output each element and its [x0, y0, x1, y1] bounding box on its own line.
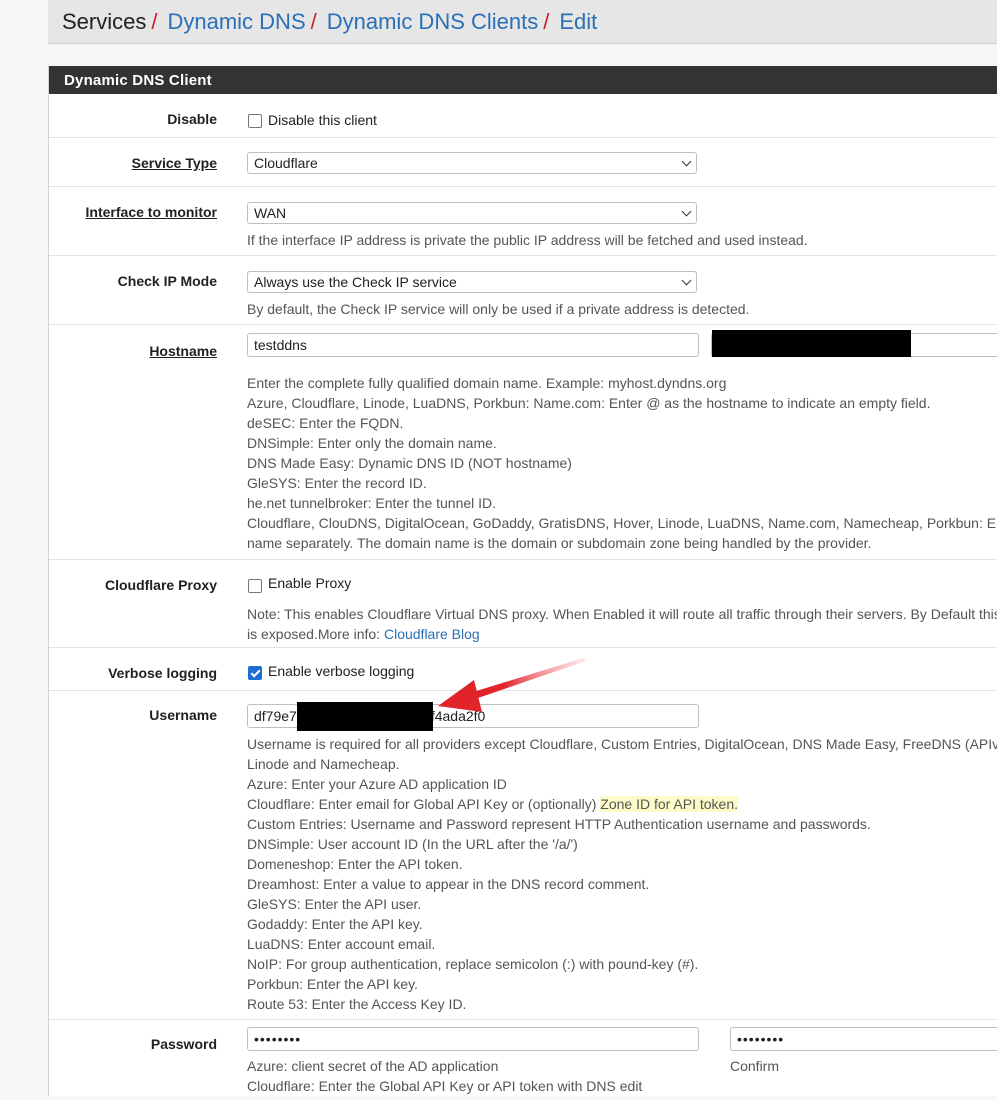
annotation-arrow-icon: [438, 658, 586, 712]
